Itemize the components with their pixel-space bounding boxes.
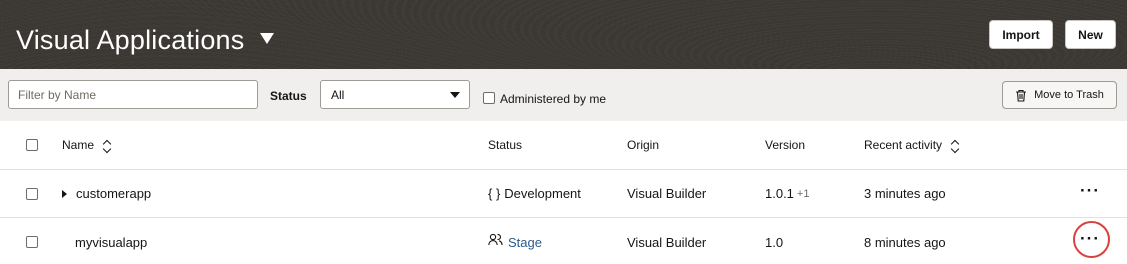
app-version: 1.0 — [765, 234, 784, 250]
column-header-name[interactable]: Name — [62, 121, 112, 169]
app-recent-activity: 8 minutes ago — [864, 234, 946, 250]
app-name[interactable]: customerapp — [76, 186, 151, 201]
column-name-label: Name — [62, 138, 95, 152]
page-title: Visual Applications — [16, 25, 245, 55]
column-recent-label: Recent activity — [864, 138, 943, 152]
status-filter-label: Status — [270, 89, 307, 103]
administered-by-me-checkbox[interactable] — [483, 92, 495, 104]
table-row[interactable]: customerapp { } Development Visual Build… — [0, 170, 1127, 218]
sort-icon[interactable] — [102, 139, 112, 153]
app-name[interactable]: myvisualapp — [75, 235, 147, 250]
import-button[interactable]: Import — [989, 20, 1053, 49]
app-origin: Visual Builder — [627, 234, 707, 250]
filter-by-name-input[interactable] — [8, 80, 258, 109]
status-select[interactable]: All — [320, 80, 470, 109]
select-caret-icon — [450, 92, 460, 98]
column-header-origin: Origin — [627, 138, 660, 152]
column-header-version: Version — [765, 138, 806, 152]
administered-by-me-label[interactable]: Administered by me — [500, 92, 606, 106]
braces-icon: { } — [488, 186, 501, 201]
page-title-menu[interactable]: Visual Applications — [16, 22, 275, 58]
trash-icon — [1016, 89, 1027, 102]
more-actions-button[interactable]: ··· — [1080, 230, 1100, 250]
select-all-checkbox[interactable] — [26, 139, 38, 151]
move-to-trash-button[interactable]: Move to Trash — [1002, 81, 1117, 109]
app-version: 1.0.1 — [765, 186, 794, 201]
users-icon — [488, 233, 503, 246]
app-header: Visual Applications Import New — [0, 0, 1127, 69]
more-actions-button[interactable]: ··· — [1080, 182, 1100, 202]
version-count-badge: +1 — [796, 187, 810, 200]
table-row[interactable]: myvisualapp Stage Visual Builder 1.0 8 m… — [0, 218, 1127, 264]
new-button[interactable]: New — [1065, 20, 1116, 49]
sort-icon[interactable] — [950, 139, 960, 153]
status-select-value: All — [331, 87, 345, 102]
row-checkbox[interactable] — [26, 187, 38, 200]
app-status-stage-link[interactable]: Stage — [508, 235, 542, 250]
column-header-recent-activity[interactable]: Recent activity — [864, 121, 960, 169]
filter-bar: Status All Administered by me Move to Tr… — [0, 69, 1127, 121]
table-header-row: Name Status Origin Version Recent activi… — [0, 121, 1127, 170]
row-checkbox[interactable] — [26, 236, 38, 248]
app-recent-activity: 3 minutes ago — [864, 186, 946, 201]
move-to-trash-label: Move to Trash — [1034, 89, 1104, 101]
expand-arrow-icon[interactable] — [62, 189, 67, 198]
app-origin: Visual Builder — [627, 186, 707, 201]
column-header-status: Status — [488, 138, 523, 152]
app-status: Development — [504, 186, 581, 201]
caret-down-icon[interactable] — [260, 33, 275, 44]
